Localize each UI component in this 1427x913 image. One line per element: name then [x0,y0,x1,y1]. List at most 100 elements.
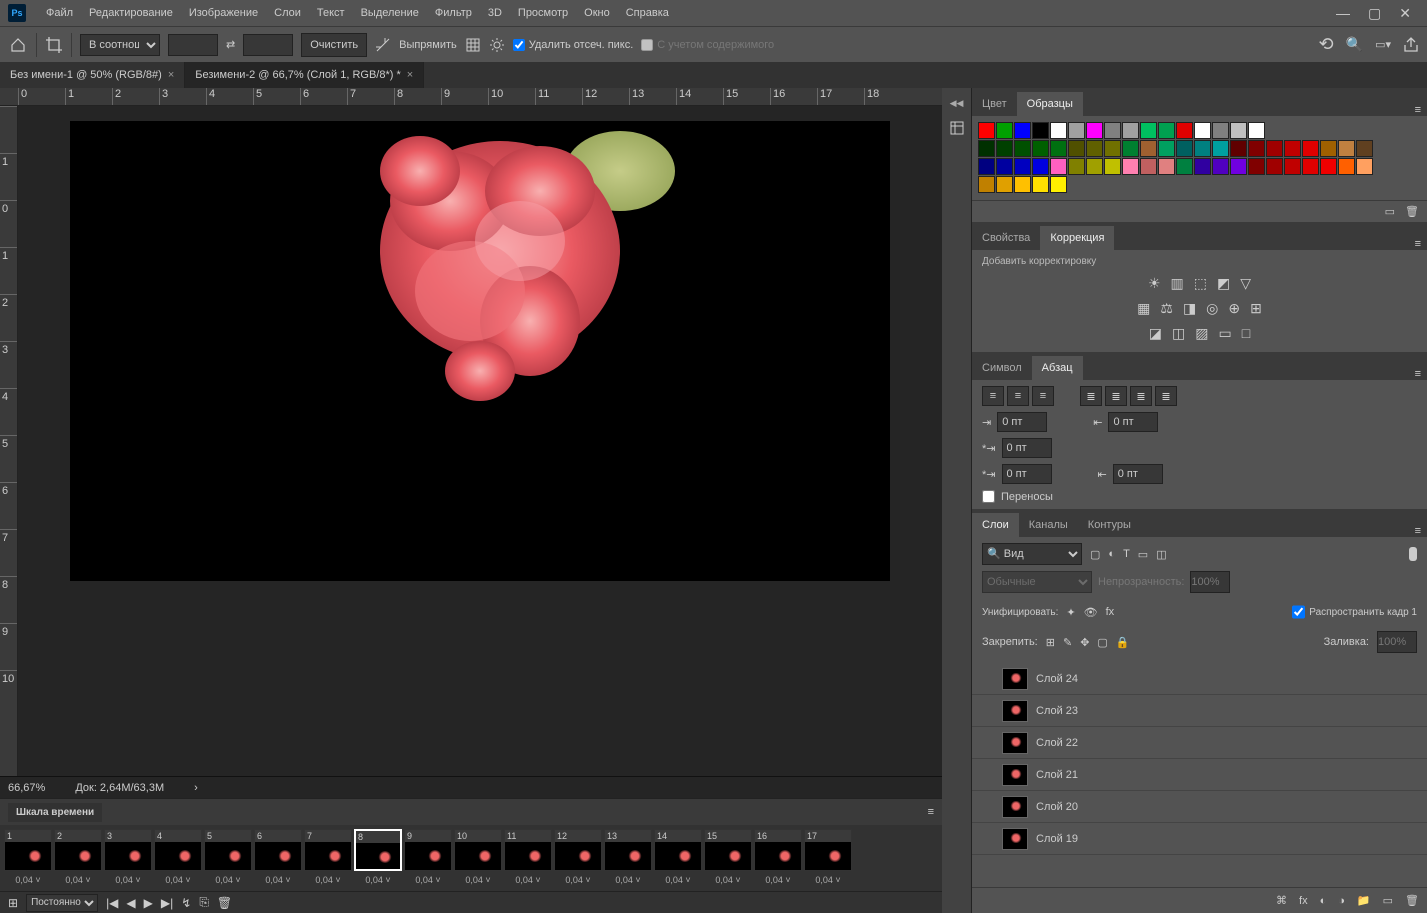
layer-filter-select[interactable]: 🔍 Вид [982,543,1082,565]
panel-menu-icon[interactable]: ≡ [1409,525,1427,537]
swatch[interactable] [1158,140,1175,157]
panel-menu-icon[interactable]: ≡ [928,806,934,818]
blend-mode-select[interactable]: Обычные [982,571,1092,593]
lock-all-icon[interactable]: 🔒 [1116,636,1130,649]
collapse-dock-icon[interactable]: ◀◀ [950,98,964,109]
swatch[interactable] [1068,158,1085,175]
adjustment-layer-icon[interactable]: ◑ [1338,895,1345,907]
timeline-frame[interactable]: 12 [554,829,602,871]
swatch[interactable] [1122,140,1139,157]
posterize-icon[interactable]: ◫ [1172,325,1185,342]
filter-toggle[interactable] [1409,547,1417,561]
document-tab[interactable]: Безимени-2 @ 66,7% (Слой 1, RGB/8*) *× [185,62,424,88]
menu-фильтр[interactable]: Фильтр [427,7,480,19]
swatch[interactable] [1356,140,1373,157]
layer-name[interactable]: Слой 24 [1036,673,1078,685]
layer-row[interactable]: Слой 19 [972,823,1427,855]
layer-row[interactable]: Слой 22 [972,727,1427,759]
close-tab-icon[interactable]: × [407,69,413,81]
swatch[interactable] [1194,122,1211,139]
frame-duration[interactable]: 0,04 ˅ [254,875,302,891]
loop-select[interactable]: Постоянно [26,894,98,912]
frame-duration[interactable]: 0,04 ˅ [654,875,702,891]
straighten-icon[interactable] [375,37,391,53]
undo-icon[interactable]: ⟲ [1319,34,1334,55]
timeline-frame[interactable]: 11 [504,829,552,871]
justify-left-icon[interactable]: ≣ [1080,386,1102,406]
unify-style-icon[interactable]: fx [1106,606,1115,618]
layer-thumbnail[interactable] [1002,828,1028,850]
swatch[interactable] [1122,158,1139,175]
new-swatch-icon[interactable]: ▭ [1385,205,1395,218]
swatch[interactable] [1176,122,1193,139]
prev-frame-icon[interactable]: ◀ [126,896,135,910]
swatch[interactable] [1032,122,1049,139]
layer-name[interactable]: Слой 20 [1036,801,1078,813]
swatch[interactable] [1266,140,1283,157]
close-icon[interactable]: ✕ [1399,5,1411,22]
tab-paths[interactable]: Контуры [1078,513,1141,537]
bw-icon[interactable]: ◨ [1183,300,1196,317]
home-icon[interactable] [8,35,28,55]
next-frame-icon[interactable]: ▶| [161,896,173,910]
tab-character[interactable]: Символ [972,356,1032,380]
tween-icon[interactable]: ↯ [181,896,191,910]
swatch[interactable] [996,140,1013,157]
layer-thumbnail[interactable] [1002,700,1028,722]
swatch[interactable] [1248,122,1265,139]
menu-изображение[interactable]: Изображение [181,7,266,19]
layer-mask-icon[interactable]: ◐ [1320,895,1327,907]
swatch[interactable] [1014,158,1031,175]
tab-paragraph[interactable]: Абзац [1032,356,1083,380]
swatch[interactable] [1284,140,1301,157]
menu-слои[interactable]: Слои [266,7,309,19]
link-layers-icon[interactable]: ⌘ [1276,894,1287,907]
lock-brush-icon[interactable]: ✎ [1063,636,1072,649]
swatch[interactable] [1338,140,1355,157]
layer-name[interactable]: Слой 21 [1036,769,1078,781]
frame-duration[interactable]: 0,04 ˅ [804,875,852,891]
timeline-frame[interactable]: 4 [154,829,202,871]
menu-выделение[interactable]: Выделение [353,7,427,19]
frame-duration[interactable]: 0,04 ˅ [54,875,102,891]
swatch[interactable] [1248,158,1265,175]
swatch[interactable] [1230,158,1247,175]
swatch[interactable] [1086,140,1103,157]
swatch[interactable] [1212,140,1229,157]
menu-текст[interactable]: Текст [309,7,353,19]
unify-visibility-icon[interactable]: 👁 [1084,606,1098,619]
delete-crop-checkbox[interactable]: Удалить отсеч. пикс. [513,39,634,51]
channel-mixer-icon[interactable]: ⊕ [1228,300,1240,317]
gradient-map-icon[interactable]: ▭ [1219,325,1232,342]
width-input[interactable] [168,34,218,56]
tab-correction[interactable]: Коррекция [1040,226,1114,250]
menu-окно[interactable]: Окно [576,7,618,19]
swatch[interactable] [1356,158,1373,175]
menu-редактирование[interactable]: Редактирование [81,7,181,19]
swatch[interactable] [1320,140,1337,157]
tab-layers[interactable]: Слои [972,513,1019,537]
swatch[interactable] [1338,158,1355,175]
frame-duration[interactable]: 0,04 ˅ [454,875,502,891]
indent-left-input[interactable] [997,412,1047,432]
delete-layer-icon[interactable]: 🗑 [1405,894,1419,907]
minimize-icon[interactable]: — [1336,5,1350,22]
swatch[interactable] [1140,158,1157,175]
unify-position-icon[interactable]: ✦ [1066,606,1075,619]
crop-tool-icon[interactable] [45,36,63,54]
panel-menu-icon[interactable]: ≡ [1409,238,1427,250]
search-icon[interactable]: 🔍 [1346,36,1363,53]
swatch[interactable] [1230,122,1247,139]
layer-name[interactable]: Слой 23 [1036,705,1078,717]
swatch[interactable] [1068,122,1085,139]
align-center-icon[interactable]: ≡ [1007,386,1029,406]
menu-3d[interactable]: 3D [480,7,510,19]
swatch[interactable] [1158,122,1175,139]
frame-duration[interactable]: 0,04 ˅ [554,875,602,891]
new-layer-icon[interactable]: ▭ [1383,894,1393,907]
selective-color-icon[interactable]: □ [1242,325,1250,342]
tab-channels[interactable]: Каналы [1019,513,1078,537]
hyphenation-checkbox[interactable]: Переносы [982,490,1417,503]
history-dock-icon[interactable] [948,119,966,137]
align-left-icon[interactable]: ≡ [982,386,1004,406]
